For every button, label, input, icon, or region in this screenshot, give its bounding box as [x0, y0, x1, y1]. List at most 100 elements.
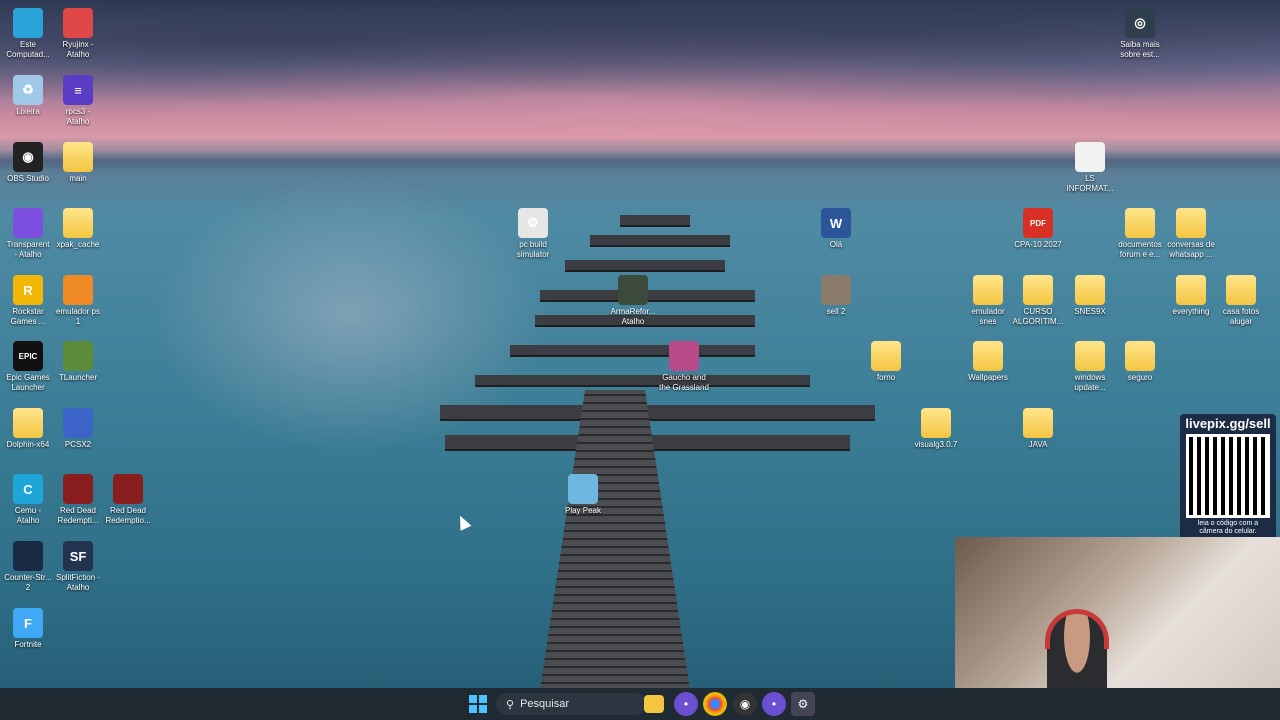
desktop-icon-label: conversas de whatsapp ...	[1167, 240, 1215, 259]
desktop-icon-label: TLauncher	[58, 373, 98, 382]
desktop-icon-label: Play Peak	[564, 506, 602, 515]
desktop-icon[interactable]: CURSO ALGORITIM...	[1010, 275, 1066, 327]
desktop-icon[interactable]: C Cemu - Atalho	[0, 474, 56, 526]
folder-icon	[973, 341, 1003, 371]
computer-icon	[13, 8, 43, 38]
rdr-icon	[63, 474, 93, 504]
desktop-icon[interactable]: JAVA	[1010, 408, 1066, 450]
desktop-icon[interactable]: R Rockstar Games ...	[0, 275, 56, 327]
desktop-icon-label: sell 2	[826, 307, 846, 316]
desktop-icon[interactable]: ◎ Saiba mais sobre est...	[1112, 8, 1168, 60]
file-icon	[1075, 142, 1105, 172]
desktop-icon-label: CURSO ALGORITIM...	[1012, 307, 1064, 326]
desktop-icon[interactable]: conversas de whatsapp ...	[1163, 208, 1219, 260]
desktop-icon[interactable]: PDF CPA-10 2027	[1010, 208, 1066, 250]
desktop-icon[interactable]: ⚙ pc build simulator	[505, 208, 561, 260]
taskbar-search[interactable]: ⚲ Pesquisar	[496, 693, 646, 715]
desktop-icon-label: rpcs3 - Atalho	[65, 107, 91, 126]
desktop-icon-label: Gaucho and the Grassland	[659, 373, 709, 392]
peak-icon	[568, 474, 598, 504]
camera-icon: ◎	[1125, 8, 1155, 38]
pc-build-icon[interactable]: ⚙	[791, 692, 815, 716]
cs2-icon	[13, 541, 43, 571]
desktop-icon[interactable]: Wallpapers	[960, 341, 1016, 383]
start-icon[interactable]	[466, 692, 490, 716]
desktop-icon[interactable]: F Fortnite	[0, 608, 56, 650]
desktop-icon-label: Red Dead Redempti...	[57, 506, 99, 525]
desktop-icon-label: Saiba mais sobre est...	[1120, 40, 1160, 59]
desktop-icon-label: PCSX2	[64, 440, 92, 449]
game-icon	[669, 341, 699, 371]
arma-icon	[618, 275, 648, 305]
chat-app-2-icon[interactable]: •	[762, 692, 786, 716]
chat-app-icon[interactable]: •	[674, 692, 698, 716]
desktop-icon[interactable]: seguro	[1112, 341, 1168, 383]
desktop-icon[interactable]: ♻ Lixeira	[0, 75, 56, 117]
desktop-icon[interactable]: emulador ps 1	[50, 275, 106, 327]
folder-icon	[1023, 408, 1053, 438]
desktop-icon-label: Olá	[829, 240, 843, 249]
desktop-icon[interactable]: ArmaRefor... Atalho	[605, 275, 661, 327]
desktop-icon[interactable]: Este Computad...	[0, 8, 56, 60]
desktop-icon-label: OBS Studio	[7, 174, 49, 183]
chrome-icon[interactable]	[703, 692, 727, 716]
desktop-icon-label: Wallpapers	[968, 373, 1008, 382]
desktop-icon[interactable]: ≡ rpcs3 - Atalho	[50, 75, 106, 127]
desktop-icon[interactable]: TLauncher	[50, 341, 106, 383]
desktop-icon-label: forno	[876, 373, 896, 382]
desktop-icon[interactable]: W Olá	[808, 208, 864, 250]
folder-icon	[1176, 208, 1206, 238]
desktop-icon-label: Dolphin-x64	[6, 440, 50, 449]
desktop-icon[interactable]: PCSX2	[50, 408, 106, 450]
pcsx2-icon	[63, 408, 93, 438]
wallpaper-clouds	[0, 0, 1280, 140]
desktop-icon-label: everything	[1172, 307, 1210, 316]
folder-icon	[1023, 275, 1053, 305]
desktop-icon[interactable]: visualg3.0.7	[908, 408, 964, 450]
search-icon: ⚲	[506, 698, 515, 711]
desktop-icon-label: Cemu - Atalho	[14, 506, 42, 525]
desktop-icon[interactable]: Dolphin-x64	[0, 408, 56, 450]
desktop-icon[interactable]: forno	[858, 341, 914, 383]
desktop-icon[interactable]: Red Dead Redemptio...	[100, 474, 156, 526]
desktop-icon-label: Este Computad...	[6, 40, 50, 59]
desktop-icon-label: seguro	[1127, 373, 1153, 382]
desktop-icon-label: CPA-10 2027	[1014, 240, 1062, 249]
splitfiction-icon: SF	[63, 541, 93, 571]
desktop-icon[interactable]: documentos forum e e...	[1112, 208, 1168, 260]
desktop-icon[interactable]: ◉ OBS Studio	[0, 142, 56, 184]
desktop-icon[interactable]: sell 2	[808, 275, 864, 317]
desktop-icon[interactable]: everything	[1163, 275, 1219, 317]
qr-title: livepix.gg/sell	[1185, 416, 1271, 431]
desktop-icon[interactable]: xpak_cache	[50, 208, 106, 250]
desktop-icon-label: ArmaRefor... Atalho	[610, 307, 656, 326]
desktop-icon-label: xpak_cache	[56, 240, 100, 249]
folder-icon	[1075, 341, 1105, 371]
file-explorer-icon[interactable]	[644, 695, 664, 713]
obs-tray-icon[interactable]: ◉	[733, 692, 757, 716]
rpcs3-icon: ≡	[63, 75, 93, 105]
qr-overlay: livepix.gg/sell leia o código com a câme…	[1180, 414, 1276, 542]
desktop-icon[interactable]: Play Peak	[555, 474, 611, 516]
desktop-icon[interactable]: casa fotos alugar	[1213, 275, 1269, 327]
desktop-icon-label: main	[69, 174, 87, 183]
desktop-icon[interactable]: main	[50, 142, 106, 184]
cemu-icon: C	[13, 474, 43, 504]
rdr-icon	[113, 474, 143, 504]
folder-icon	[63, 142, 93, 172]
desktop-icon[interactable]: Counter-Str... 2	[0, 541, 56, 593]
desktop-icon[interactable]: LS INFORMAT...	[1062, 142, 1118, 194]
desktop-icon[interactable]: Ryujinx - Atalho	[50, 8, 106, 60]
desktop-icon[interactable]: Gaucho and the Grassland	[656, 341, 712, 393]
desktop-icon[interactable]: SF SplitFiction - Atalho	[50, 541, 106, 593]
folder-icon	[1075, 275, 1105, 305]
desktop-icon-label: emulador ps 1	[55, 307, 101, 326]
desktop-icon[interactable]: windows update...	[1062, 341, 1118, 393]
folder-icon	[63, 208, 93, 238]
desktop-icon[interactable]: Red Dead Redempti...	[50, 474, 106, 526]
desktop-icon[interactable]: Transparent - Atalho	[0, 208, 56, 260]
desktop-icon[interactable]: EPIC Epic Games Launcher	[0, 341, 56, 393]
desktop-icon[interactable]: emulador snes	[960, 275, 1016, 327]
desktop-icon[interactable]: SNES9X	[1062, 275, 1118, 317]
photo-icon	[821, 275, 851, 305]
